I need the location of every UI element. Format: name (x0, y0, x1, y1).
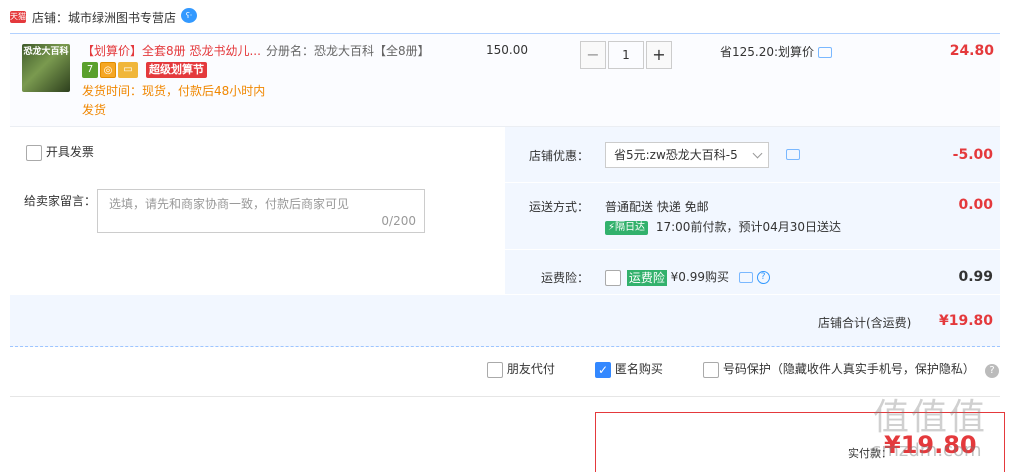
chevron-down-icon (752, 148, 763, 159)
row-divider (505, 182, 1000, 183)
unit-price: 150.00 (486, 43, 528, 57)
item-subtotal: 24.80 (949, 43, 994, 59)
friend-pay-checkbox[interactable] (487, 361, 503, 378)
seller-message-input[interactable]: 选填，请先和商家协商一致，付款后商家可见 0/200 (97, 189, 425, 233)
order-options-panel: 开具发票 给卖家留言： 选填，请先和商家协商一致，付款后商家可见 0/200 店… (10, 127, 1000, 347)
promo-badge: 超级划算节 (146, 62, 207, 78)
discount-label: 店铺优惠： (529, 149, 590, 163)
quantity-plus-button[interactable]: + (646, 41, 672, 69)
thumbnail-title: 恐龙大百科 (23, 47, 69, 57)
chat-icon[interactable]: ʕ· (181, 8, 197, 23)
discount-select[interactable]: 省5元:zw恐龙大百科-5 (605, 142, 769, 168)
product-thumbnail[interactable]: 恐龙大百科 (22, 44, 70, 92)
shop-name-link[interactable]: 店铺：城市绿洲图书专营店 (32, 9, 176, 26)
discount-amount: -5.00 (952, 147, 993, 163)
comment-icon[interactable] (786, 149, 800, 160)
shop-total-label: 店铺合计(含运费) (818, 316, 912, 330)
number-protect-checkbox[interactable] (703, 361, 719, 378)
service-tags: 7 ◎ ▭ 超级划算节 (82, 62, 209, 80)
insurance-option[interactable]: 运费险 ¥0.99购买 ? (605, 268, 770, 286)
shipping-method: 普通配送 快递 免邮 (605, 200, 709, 214)
friend-pay-label: 朋友代付 (506, 362, 555, 376)
next-day-badge: ⚡隔日达 (605, 220, 649, 235)
invoice-option[interactable]: 开具发票 (26, 143, 94, 161)
row-divider (505, 249, 1000, 250)
quantity-stepper: −1 + (580, 41, 676, 69)
shop-header: 天猫 店铺：城市绿洲图书专营店 ʕ· (0, 0, 1018, 33)
number-protect-label: 号码保护（隐藏收件人真实手机号，保护隐私） (722, 362, 975, 376)
saving-text: 省125.20:划算价 (720, 45, 815, 59)
left-options: 开具发票 给卖家留言： 选填，请先和商家协商一致，付款后商家可见 0/200 (10, 127, 505, 294)
invoice-label: 开具发票 (45, 145, 94, 159)
help-icon[interactable]: ? (756, 271, 770, 284)
invoice-checkbox[interactable] (26, 144, 42, 161)
comment-icon[interactable] (738, 272, 753, 283)
quantity-minus-button[interactable]: − (580, 41, 606, 69)
saving-info: 省125.20:划算价 (720, 43, 832, 60)
shop-total-value: ¥19.80 (939, 313, 994, 329)
watermark-site: smzdm.com (872, 440, 982, 461)
insurance-amount: 0.99 (958, 269, 993, 285)
friend-pay-option[interactable]: 朋友代付 (487, 360, 555, 384)
sku-info: 分册名：恐龙大百科【全8册】 (266, 44, 430, 58)
anonymous-checkbox[interactable]: ✓ (595, 361, 611, 378)
insurance-label: 运费险： (541, 271, 590, 285)
shipping-eta-row: ⚡隔日达 17:00前付款，预计04月30日送达 (605, 218, 841, 235)
card-payment-icon: ▭ (118, 62, 138, 78)
message-counter: 0/200 (381, 214, 416, 228)
message-placeholder: 选填，请先和商家协商一致，付款后商家可见 (109, 197, 350, 211)
anonymous-option[interactable]: ✓ 匿名购买 (595, 360, 663, 384)
seven-day-return-icon: 7 (82, 62, 98, 78)
discount-selected-value: 省5元:zw恐龙大百科-5 (614, 148, 738, 162)
product-title-link[interactable]: 【划算价】全套8册 恐龙书幼儿... (82, 42, 264, 59)
insurance-checkbox[interactable] (605, 269, 621, 286)
shipping-label: 运送方式： (529, 200, 590, 214)
tmall-icon: 天猫 (10, 11, 26, 23)
number-protect-option[interactable]: 号码保护（隐藏收件人真实手机号，保护隐私） (703, 360, 975, 384)
ship-time-text: 发货时间：现货，付款后48小时内发货 (82, 84, 266, 117)
insurance-badge: 运费险 (626, 269, 667, 286)
shipping-amount: 0.00 (958, 197, 993, 213)
order-item-row: 恐龙大百科 【划算价】全套8册 恐龙书幼儿... 分册名：恐龙大百科【全8册】 … (10, 33, 1000, 127)
shipping-eta: 17:00前付款，预计04月30日送达 (655, 220, 841, 234)
comment-icon[interactable] (817, 47, 832, 58)
row-divider (10, 294, 1000, 295)
message-label: 给卖家留言： (24, 194, 97, 208)
guarantee-icon: ◎ (100, 62, 116, 78)
quantity-input[interactable]: 1 (608, 41, 644, 69)
section-divider (10, 396, 1000, 397)
help-icon[interactable]: ? (985, 364, 999, 378)
anonymous-label: 匿名购买 (614, 362, 663, 376)
insurance-price: ¥0.99购买 (670, 270, 730, 284)
watermark-logo: 值值值 (873, 397, 988, 438)
